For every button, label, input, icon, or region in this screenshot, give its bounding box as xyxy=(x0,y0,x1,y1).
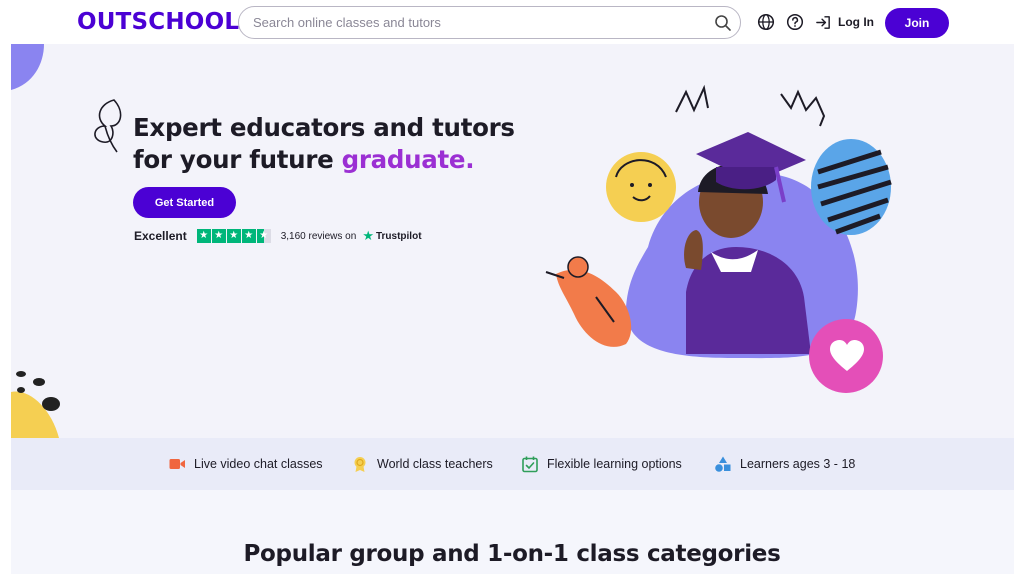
heart-icon xyxy=(830,340,864,371)
login-button[interactable]: Log In xyxy=(815,12,874,32)
star-icon: ★ xyxy=(196,229,211,243)
search-bar[interactable] xyxy=(238,6,741,39)
feature-teachers: World class teachers xyxy=(351,455,493,473)
hero-headline-line2: for your future graduate. xyxy=(133,144,515,176)
feature-ages: Learners ages 3 - 18 xyxy=(714,455,855,473)
globe-icon[interactable] xyxy=(757,13,775,31)
half-star-icon: ★ xyxy=(256,229,271,243)
leaf-doodle-decoration xyxy=(94,99,122,153)
feature-label: World class teachers xyxy=(377,457,493,471)
login-label: Log In xyxy=(838,15,874,29)
get-started-button[interactable]: Get Started xyxy=(133,187,236,218)
hero-headline-line1: Expert educators and tutors xyxy=(133,113,515,142)
star-icon: ★ xyxy=(211,229,226,243)
top-nav: OUTSCHOOL Log In Join xyxy=(0,0,1024,44)
join-button[interactable]: Join xyxy=(885,8,949,38)
feature-live-video: Live video chat classes xyxy=(168,455,323,473)
star-icon: ★ xyxy=(226,229,241,243)
section-heading: Popular group and 1-on-1 class categorie… xyxy=(243,541,781,567)
hero-headline-prefix: for your future xyxy=(133,145,342,174)
shapes-icon xyxy=(715,456,731,472)
feature-label: Live video chat classes xyxy=(194,457,323,471)
award-medal-icon xyxy=(354,457,366,472)
calendar-check-icon xyxy=(522,456,538,473)
star-icon: ★ xyxy=(241,229,256,243)
trustpilot-rating[interactable]: Excellent ★ ★ ★ ★ ★ 3,160 reviews on ★ Tr… xyxy=(134,228,422,244)
trustpilot-label: Trustpilot xyxy=(375,230,422,242)
video-camera-icon xyxy=(169,459,185,469)
dots-decoration xyxy=(11,371,60,438)
hero-headline-accent: graduate. xyxy=(341,145,475,174)
purple-blob-decoration xyxy=(11,44,44,90)
hero-section: Expert educators and tutors for your fut… xyxy=(11,44,1014,438)
trustpilot-logo: ★ Trustpilot xyxy=(362,228,421,244)
outschool-logo[interactable]: OUTSCHOOL xyxy=(77,9,239,35)
features-band: Live video chat classes World class teac… xyxy=(11,438,1014,490)
rating-stars: ★ ★ ★ ★ ★ xyxy=(196,229,271,243)
login-icon xyxy=(816,15,830,29)
feature-flexible: Flexible learning options xyxy=(521,455,682,473)
page: OUTSCHOOL Log In Join xyxy=(0,0,1024,574)
rating-label: Excellent xyxy=(134,229,187,243)
reviews-count: 3,160 reviews on xyxy=(280,230,357,242)
search-icon[interactable] xyxy=(714,14,732,32)
feature-label: Learners ages 3 - 18 xyxy=(740,457,856,471)
feature-label: Flexible learning options xyxy=(547,457,682,471)
hero-headline: Expert educators and tutors for your fut… xyxy=(133,112,515,176)
trustpilot-star-icon: ★ xyxy=(362,228,374,243)
help-icon[interactable] xyxy=(786,13,804,31)
search-input[interactable] xyxy=(253,7,703,38)
